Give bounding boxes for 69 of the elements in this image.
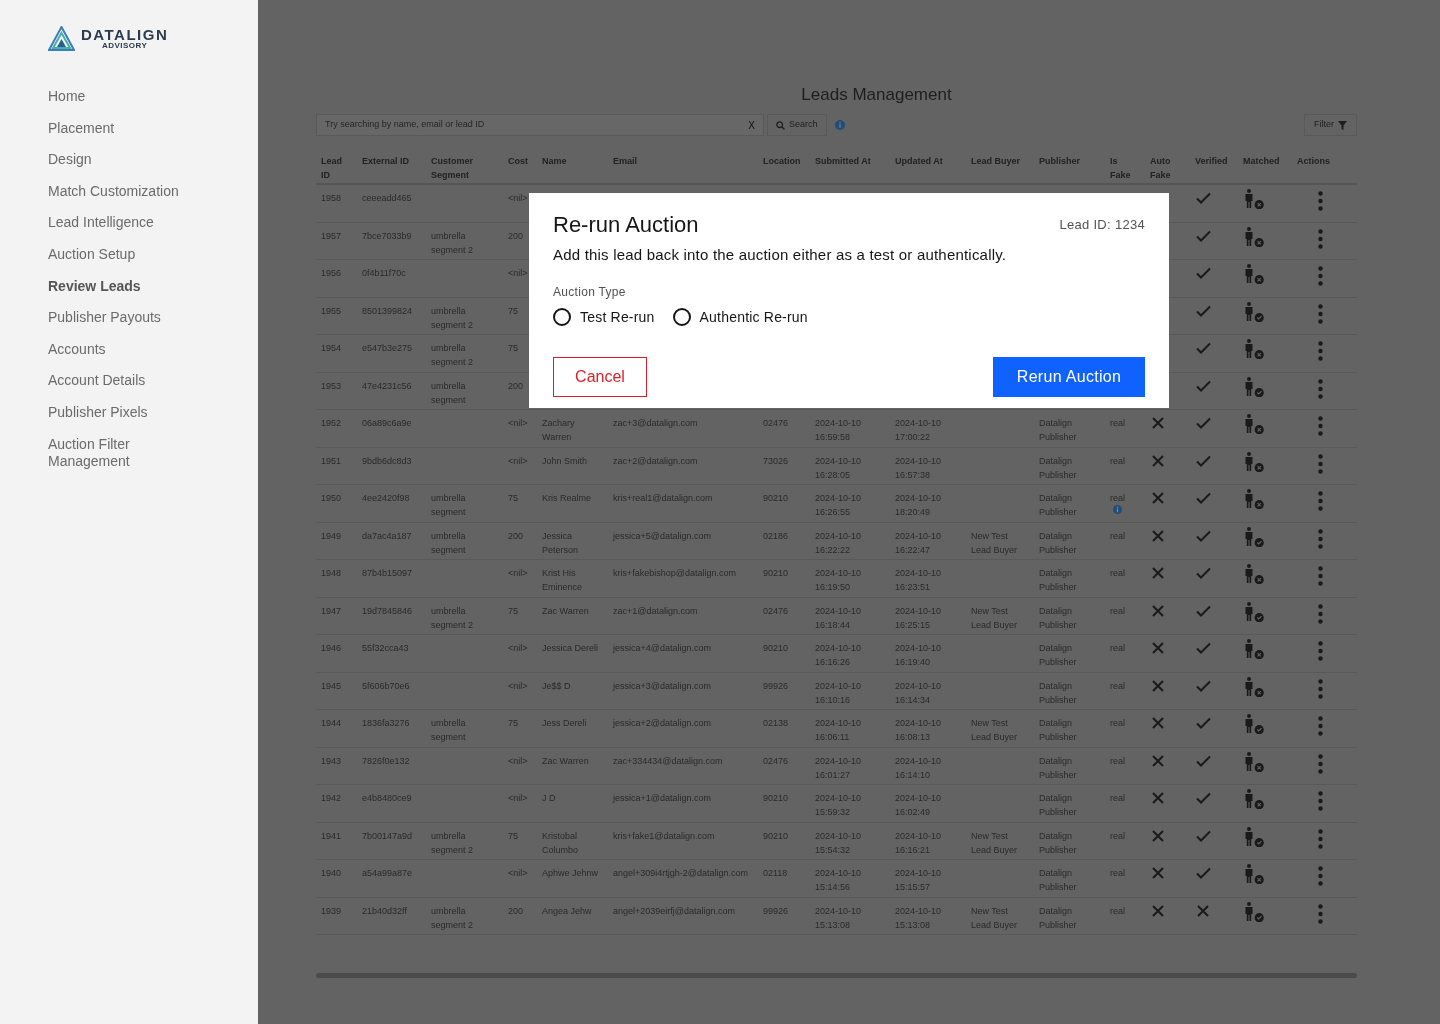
more-options-icon[interactable] <box>1318 416 1323 436</box>
more-options-icon[interactable] <box>1318 341 1323 361</box>
column-header[interactable]: Cost <box>508 154 542 168</box>
rerun-auction-button[interactable]: Rerun Auction <box>993 357 1145 397</box>
column-header[interactable]: Name <box>542 154 613 168</box>
scrollbar[interactable] <box>316 973 1357 978</box>
nav-item[interactable]: Accounts <box>48 333 188 366</box>
search-button[interactable]: Search <box>767 114 827 136</box>
more-options-icon[interactable] <box>1318 266 1323 286</box>
nav-item[interactable]: Match Customization <box>48 175 188 208</box>
column-header[interactable]: External ID <box>362 154 431 168</box>
more-options-icon[interactable] <box>1318 303 1323 324</box>
lead-id-label: Lead ID: 1234 <box>1059 216 1145 234</box>
page-title: Leads Management <box>800 84 953 106</box>
logo-tagline: ADVISORY <box>101 41 148 50</box>
column-header[interactable]: Lead Buyer <box>971 154 1039 168</box>
more-options-icon[interactable] <box>1318 378 1323 399</box>
nav-item[interactable]: Placement <box>48 112 188 145</box>
more-options-icon[interactable] <box>1318 903 1323 924</box>
funnel-icon <box>1338 120 1347 130</box>
cancel-button[interactable]: Cancel <box>553 357 647 397</box>
more-options-icon[interactable] <box>1318 603 1323 624</box>
column-header[interactable]: Submitted At <box>815 154 895 168</box>
radio-button[interactable] <box>553 308 571 326</box>
column-header[interactable]: Publisher <box>1039 154 1110 168</box>
more-options-icon[interactable] <box>1318 791 1323 811</box>
more-options-icon[interactable] <box>1318 491 1323 511</box>
nav-item[interactable]: Account Details <box>48 365 188 397</box>
nav-item[interactable]: Auction Setup <box>48 238 188 271</box>
radio-label[interactable]: Test Re-run <box>580 306 655 328</box>
more-options-icon[interactable] <box>1318 228 1323 249</box>
dialog-description: Add this lead back into the auction either as a test or authentically. <box>553 245 1008 265</box>
logo-icon <box>48 25 75 51</box>
more-options-icon[interactable] <box>1318 566 1323 586</box>
more-options-icon[interactable] <box>1318 678 1323 699</box>
more-options-icon[interactable] <box>1318 453 1323 474</box>
column-header[interactable]: Updated At <box>895 154 971 168</box>
nav-item[interactable]: Auction Filter Management <box>48 428 188 478</box>
search-icon <box>776 120 785 130</box>
more-options-icon[interactable] <box>1318 828 1323 849</box>
filter-button[interactable]: Filter <box>1304 114 1357 136</box>
column-header[interactable]: Lead ID <box>321 154 345 182</box>
nav-item[interactable]: Publisher Pixels <box>48 396 188 429</box>
more-options-icon[interactable] <box>1318 191 1323 211</box>
nav-item[interactable]: Home <box>48 81 188 113</box>
nav-item[interactable]: Review Leads <box>48 270 188 303</box>
field-label: Auction Type <box>553 285 627 299</box>
radio-label[interactable]: Authentic Re-run <box>699 306 808 328</box>
nav-item[interactable]: Publisher Payouts <box>48 302 188 334</box>
more-options-icon[interactable] <box>1318 866 1323 886</box>
nav-item[interactable]: Design <box>48 144 188 176</box>
info-icon[interactable] <box>834 120 845 130</box>
more-options-icon[interactable] <box>1318 716 1323 736</box>
column-header[interactable]: Customer Segment <box>431 154 481 182</box>
column-header[interactable]: Email <box>613 154 763 168</box>
radio-button[interactable] <box>672 308 691 326</box>
more-options-icon[interactable] <box>1318 753 1323 774</box>
column-header[interactable]: Actions <box>1297 154 1357 168</box>
more-options-icon[interactable] <box>1318 641 1323 661</box>
column-header[interactable]: Matched <box>1243 154 1297 168</box>
clear-button[interactable]: X <box>748 117 755 133</box>
nav-item[interactable]: Lead Intelligence <box>48 207 188 239</box>
more-options-icon[interactable] <box>1318 528 1323 549</box>
column-header[interactable]: Location <box>763 154 815 168</box>
logo-wordmark: DATALIGN <box>81 26 169 42</box>
dialog-title: Re-run Auction <box>553 211 699 239</box>
column-header[interactable]: Auto Fake <box>1150 154 1176 182</box>
column-header[interactable]: Verified <box>1195 154 1243 168</box>
column-header[interactable]: Is Fake <box>1110 154 1132 182</box>
